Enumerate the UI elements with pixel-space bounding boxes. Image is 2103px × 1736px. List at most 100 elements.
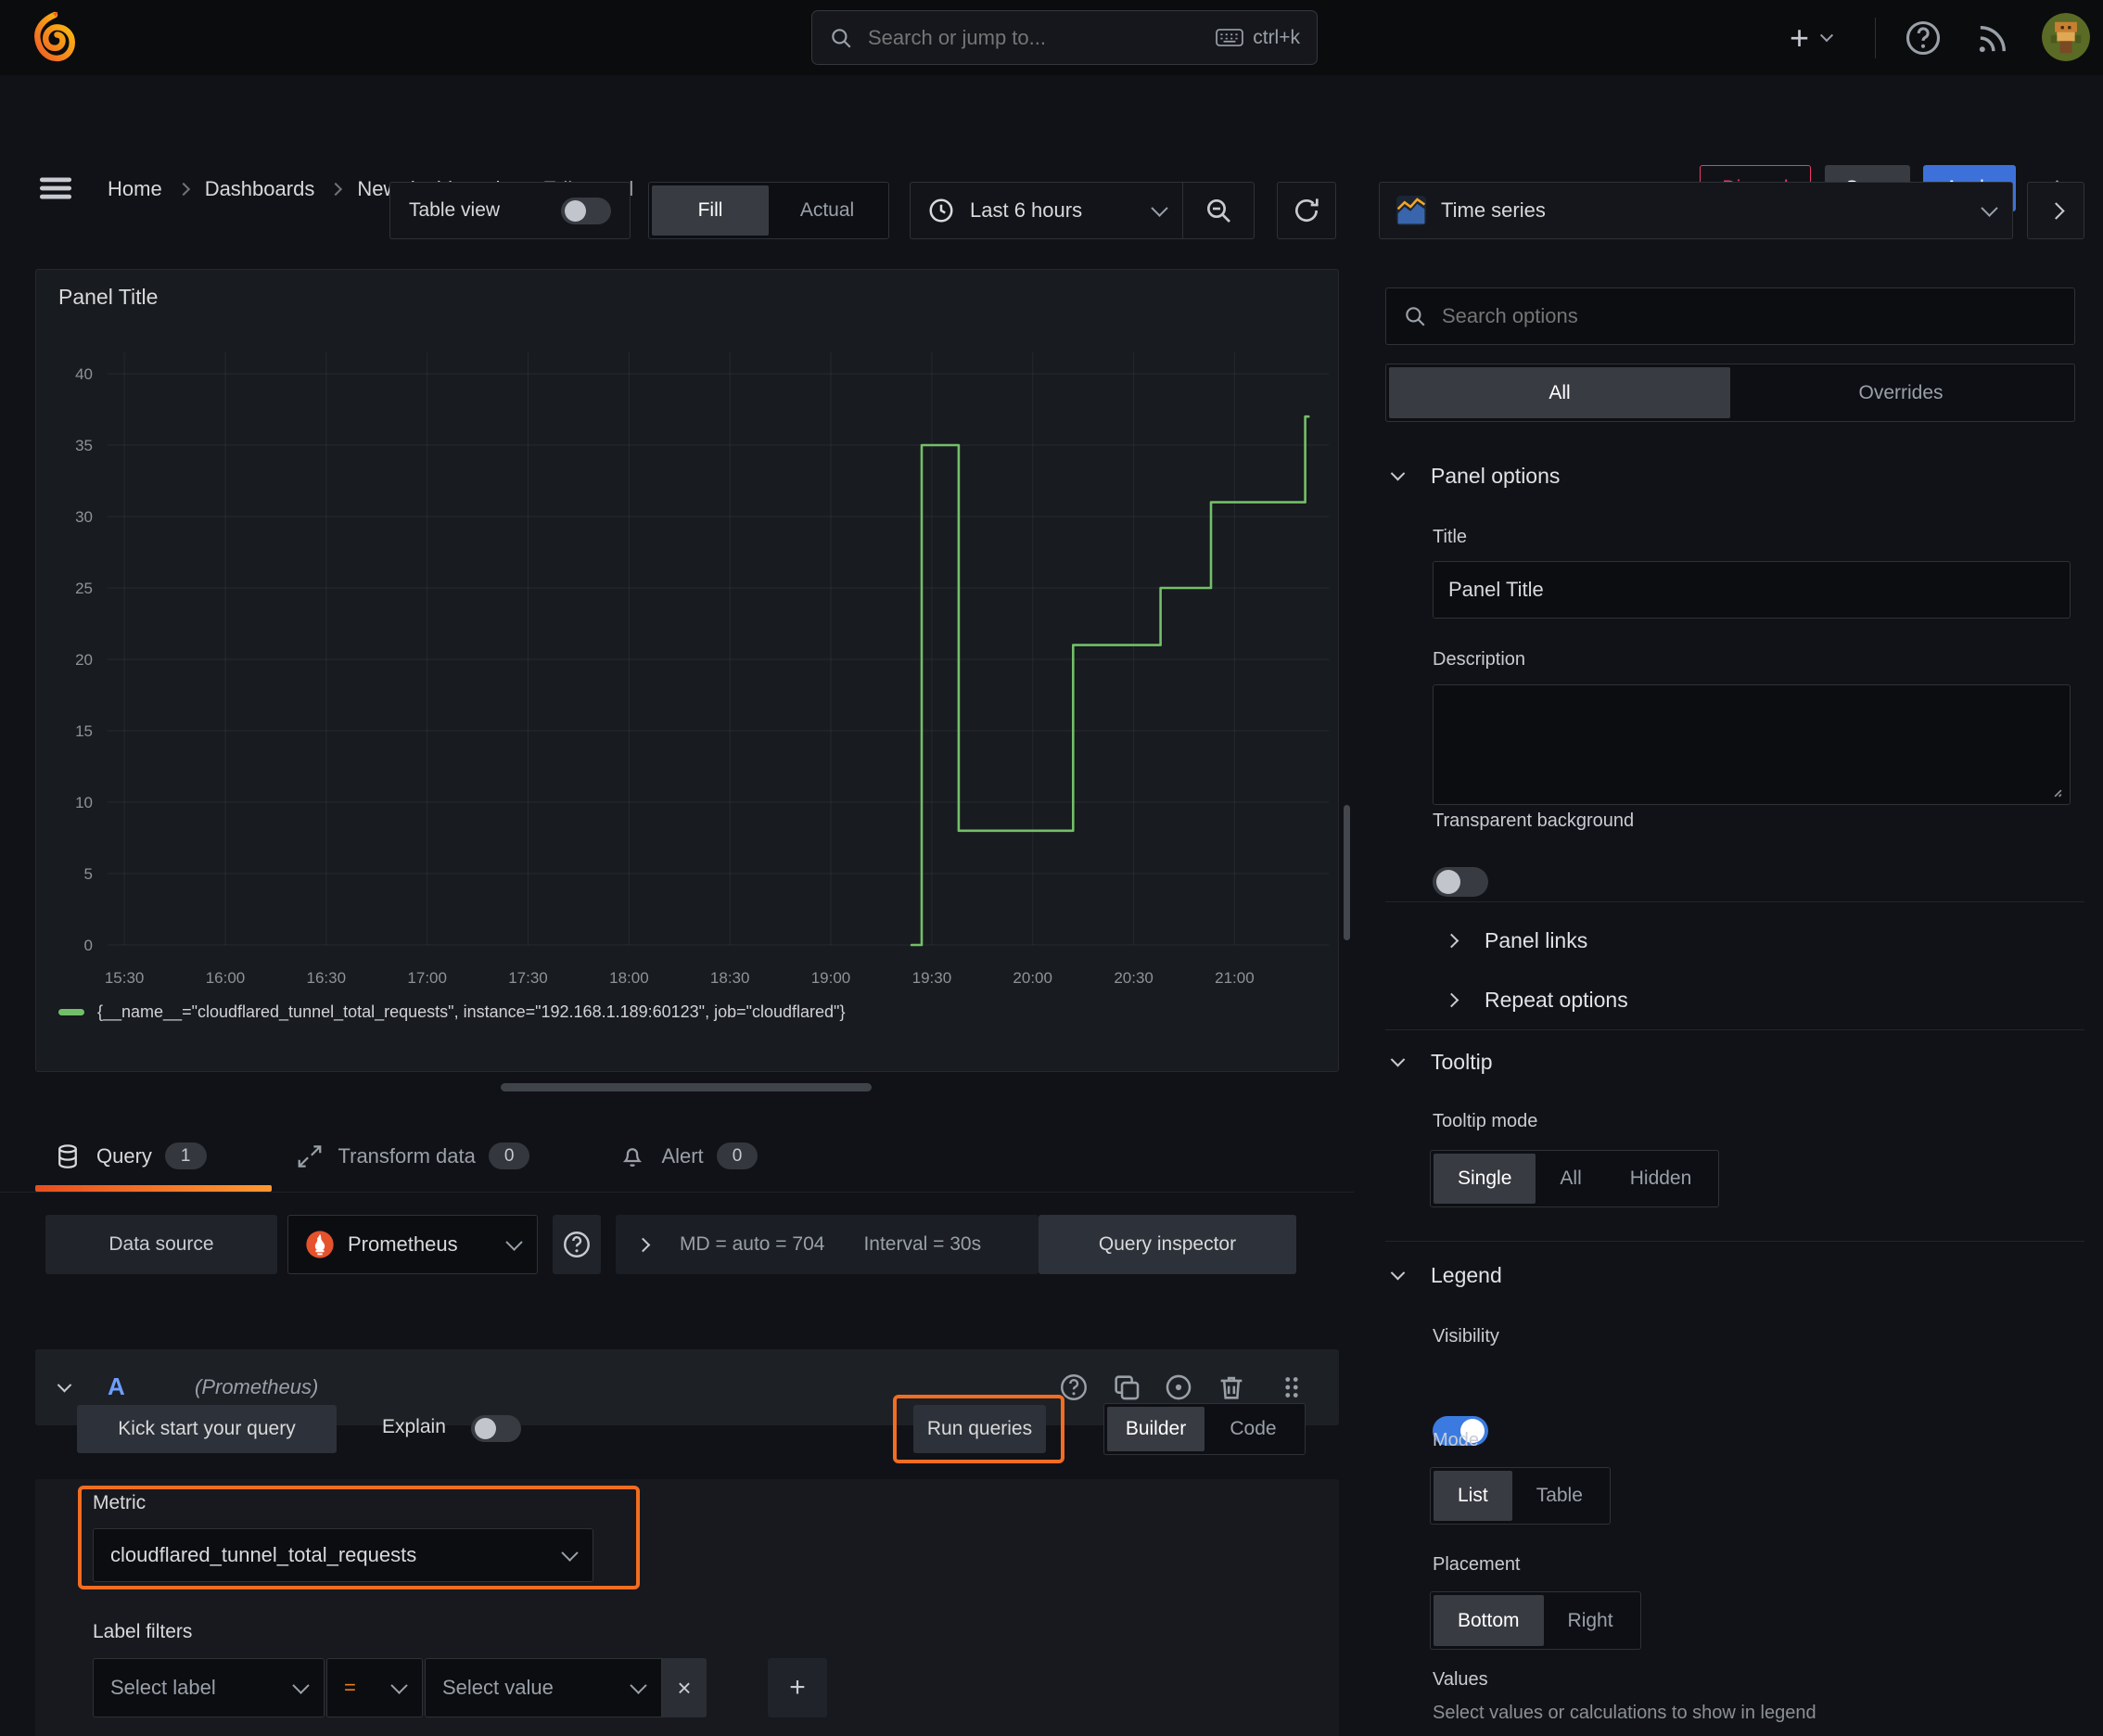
tooltip-mode-label: Tooltip mode bbox=[1433, 1111, 1538, 1131]
repeat-options-header: Repeat options bbox=[1485, 987, 1628, 1012]
chevron-right-icon bbox=[1444, 992, 1459, 1007]
tabs-divider bbox=[0, 1192, 1354, 1193]
tab-transform-data[interactable]: Transform data 0 bbox=[296, 1142, 530, 1170]
tooltip-mode-switch: Single All Hidden bbox=[1430, 1150, 1720, 1207]
panel-links-section[interactable]: Panel links bbox=[1444, 916, 1587, 964]
tab-alert-label: Alert bbox=[661, 1143, 704, 1168]
table-view-label: Table view bbox=[409, 199, 501, 221]
table-view-toggle[interactable] bbox=[561, 197, 611, 224]
tooltip-single-option[interactable]: Single bbox=[1434, 1154, 1536, 1204]
datasource-picker[interactable]: Prometheus bbox=[287, 1215, 538, 1274]
query-help-icon[interactable] bbox=[1058, 1372, 1090, 1403]
chevron-down-icon bbox=[630, 1676, 647, 1694]
datasource-name: Prometheus bbox=[348, 1232, 458, 1256]
resize-handle-icon[interactable] bbox=[2046, 781, 2062, 798]
legend-mode-label: Mode bbox=[1433, 1430, 1480, 1450]
grafana-logo-icon[interactable] bbox=[32, 8, 78, 70]
section-divider bbox=[1385, 1029, 2084, 1030]
title-label: Title bbox=[1433, 527, 1468, 547]
options-search-input[interactable] bbox=[1440, 303, 2058, 329]
tab-query[interactable]: Query 1 bbox=[54, 1142, 207, 1170]
code-option[interactable]: Code bbox=[1204, 1407, 1302, 1451]
search-input[interactable] bbox=[866, 24, 1217, 51]
svg-text:19:00: 19:00 bbox=[811, 969, 851, 987]
menu-icon[interactable] bbox=[35, 168, 76, 209]
max-data-points: MD = auto = 704 bbox=[680, 1233, 825, 1255]
fill-actual-switch: Fill Actual bbox=[648, 182, 889, 239]
tab-alert[interactable]: Alert 0 bbox=[618, 1142, 758, 1170]
visualization-picker[interactable]: Time series bbox=[1379, 182, 2013, 239]
horizontal-scrollbar[interactable] bbox=[501, 1083, 872, 1091]
svg-text:21:00: 21:00 bbox=[1215, 969, 1255, 987]
explain-label: Explain bbox=[382, 1416, 446, 1437]
svg-text:19:30: 19:30 bbox=[912, 969, 952, 987]
tooltip-section[interactable]: Tooltip bbox=[1390, 1050, 1492, 1075]
add-filter-button[interactable]: + bbox=[768, 1658, 827, 1717]
svg-text:17:00: 17:00 bbox=[407, 969, 447, 987]
operator-value: = bbox=[344, 1676, 356, 1699]
run-queries-button[interactable]: Run queries bbox=[913, 1405, 1046, 1453]
query-options-summary[interactable]: MD = auto = 704 Interval = 30s bbox=[616, 1215, 1039, 1274]
chart-legend-item[interactable]: {__name__="cloudflared_tunnel_total_requ… bbox=[58, 1002, 845, 1022]
refresh-button[interactable] bbox=[1277, 182, 1336, 239]
transform-count-badge: 0 bbox=[488, 1142, 530, 1169]
operator-dropdown[interactable]: = bbox=[326, 1658, 423, 1717]
kick-start-query-button[interactable]: Kick start your query bbox=[77, 1405, 337, 1453]
panel-title[interactable]: Panel Title bbox=[58, 285, 158, 310]
fill-option[interactable]: Fill bbox=[652, 185, 769, 236]
placement-right-option[interactable]: Right bbox=[1544, 1595, 1638, 1646]
duplicate-query-icon[interactable] bbox=[1111, 1372, 1142, 1403]
legend-section[interactable]: Legend bbox=[1390, 1263, 1502, 1288]
select-label-dropdown[interactable]: Select label bbox=[93, 1658, 325, 1717]
svg-text:40: 40 bbox=[75, 365, 93, 383]
panel-title-input[interactable] bbox=[1433, 561, 2071, 619]
new-menu-button[interactable]: + bbox=[1790, 19, 1834, 57]
svg-text:15: 15 bbox=[75, 722, 93, 740]
repeat-options-section[interactable]: Repeat options bbox=[1444, 976, 1628, 1024]
global-search[interactable]: ctrl+k bbox=[811, 10, 1318, 65]
breadcrumb-home[interactable]: Home bbox=[108, 177, 162, 201]
zoom-out-icon[interactable] bbox=[1183, 183, 1254, 238]
user-avatar[interactable] bbox=[2042, 13, 2090, 61]
options-search[interactable] bbox=[1385, 287, 2075, 345]
collapse-query-icon[interactable] bbox=[57, 1377, 72, 1393]
delete-query-icon[interactable] bbox=[1216, 1372, 1247, 1403]
news-rss-icon[interactable] bbox=[1973, 19, 2012, 58]
actual-option[interactable]: Actual bbox=[769, 185, 886, 236]
table-view-control: Table view bbox=[389, 182, 631, 239]
svg-text:20:00: 20:00 bbox=[1013, 969, 1052, 987]
remove-filter-button[interactable]: × bbox=[662, 1658, 707, 1717]
open-viz-list-button[interactable] bbox=[2027, 182, 2084, 239]
chevron-down-icon bbox=[1390, 466, 1406, 481]
time-range-picker[interactable]: Last 6 hours bbox=[911, 197, 1182, 224]
placement-bottom-option[interactable]: Bottom bbox=[1434, 1595, 1544, 1646]
builder-option[interactable]: Builder bbox=[1107, 1407, 1204, 1451]
panel-options-section[interactable]: Panel options bbox=[1390, 464, 1560, 489]
description-textarea[interactable] bbox=[1433, 684, 2071, 805]
svg-text:16:30: 16:30 bbox=[307, 969, 347, 987]
timeseries-viz-icon bbox=[1396, 196, 1426, 225]
tooltip-all-option[interactable]: All bbox=[1536, 1154, 1605, 1204]
tab-all-options[interactable]: All bbox=[1389, 367, 1730, 418]
tab-overrides[interactable]: Overrides bbox=[1730, 367, 2071, 418]
drag-handle-icon[interactable] bbox=[1276, 1372, 1307, 1403]
legend-list-option[interactable]: List bbox=[1434, 1471, 1512, 1521]
time-series-chart[interactable]: 0 5 10 15 20 25 30 35 40 15:30 16:00 16:30 17:00 17:3… bbox=[44, 339, 1332, 998]
search-shortcut: ctrl+k bbox=[1253, 26, 1300, 48]
query-inspector-button[interactable]: Query inspector bbox=[1039, 1215, 1296, 1274]
datasource-help-button[interactable] bbox=[553, 1215, 601, 1274]
chevron-down-icon bbox=[1819, 29, 1834, 43]
svg-text:18:30: 18:30 bbox=[710, 969, 750, 987]
help-icon[interactable] bbox=[1903, 18, 1944, 58]
disable-query-icon[interactable] bbox=[1163, 1372, 1194, 1403]
vertical-scrollbar[interactable] bbox=[1344, 805, 1350, 940]
tooltip-hidden-option[interactable]: Hidden bbox=[1606, 1154, 1716, 1204]
transparent-bg-toggle[interactable] bbox=[1433, 867, 1488, 897]
legend-values-label: Values bbox=[1433, 1669, 1488, 1690]
breadcrumb-dashboards[interactable]: Dashboards bbox=[205, 177, 315, 201]
metric-select[interactable]: cloudflared_tunnel_total_requests bbox=[93, 1528, 593, 1582]
legend-table-option[interactable]: Table bbox=[1512, 1471, 1607, 1521]
query-count-badge: 1 bbox=[164, 1142, 207, 1169]
select-value-dropdown[interactable]: Select value bbox=[425, 1658, 662, 1717]
explain-toggle[interactable] bbox=[471, 1415, 521, 1442]
